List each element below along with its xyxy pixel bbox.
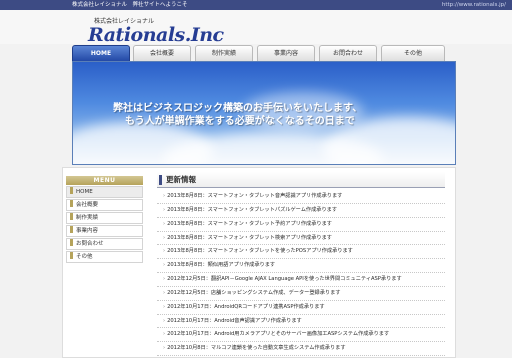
news-item[interactable]: › 2012年10月8日：マルコフ連鎖を使った自動文章生成システム作成承ります (157, 342, 445, 357)
sidebar-item-label: 制作実績 (76, 215, 99, 221)
menu-marker-icon (70, 239, 73, 246)
sidebar-menu: MENU HOME 会社概要 制作実績 事業内容 お問合わせ その他 (66, 176, 143, 263)
sidebar-item-label: その他 (76, 254, 93, 260)
news-item-text: 2012年10月17日：Android用カメラアプリとそのサーバー画像加工ASP… (167, 331, 390, 338)
sidebar-item-label: お問合わせ (76, 241, 104, 247)
arrow-icon: › (163, 262, 166, 269)
news-item-text: 2012年12月5日：店舗ショッピングシステム作成、データー登録承ります (167, 289, 341, 296)
news-item[interactable]: › 2012年12月5日：翻訳API－Google AJAX Language A… (157, 273, 445, 287)
arrow-icon: › (163, 303, 166, 310)
news-item[interactable]: › 2013年8月8日：スマートフォン・タブレット音声認識アプリ作成承ります (157, 190, 445, 204)
arrow-icon: › (163, 248, 166, 255)
arrow-icon: › (163, 289, 166, 296)
arrow-icon: › (163, 206, 166, 213)
news-list: › 2013年8月8日：スマートフォン・タブレット音声認識アプリ作成承ります › 2… (157, 190, 445, 357)
menu-marker-icon (70, 226, 73, 233)
sidebar-item-works[interactable]: 制作実績 (66, 212, 143, 224)
news-item-text: 2013年8月8日：スマートフォン・タブレットパズルゲーム作成承ります (167, 206, 338, 213)
menu-marker-icon (70, 252, 73, 259)
news-section: 更新情報 › 2013年8月8日：スマートフォン・タブレット音声認識アプリ作成承り… (157, 172, 445, 357)
news-item-text: 2013年8月8日：類似用語アプリ作成承ります (167, 262, 276, 269)
sidebar-title: MENU (66, 176, 143, 185)
sidebar-item-label: HOME (76, 189, 93, 195)
sidebar-item-other[interactable]: その他 (66, 251, 143, 263)
arrow-icon: › (163, 193, 166, 199)
nav-tab-contact[interactable]: お問合わせ (319, 45, 377, 61)
hero-line-1: 弊社はビジネスロジック構築のお手伝いをいたします、 (113, 103, 363, 114)
header: 株式会社レイショナル Rationals.Inc (0, 10, 512, 46)
news-item[interactable]: › 2012年10月17日：Android用カメラアプリとそのサーバー画像加工AS… (157, 328, 445, 343)
hero-line-2: もう人が単調作業をする必要がなくなるその日まで (125, 116, 355, 127)
hero-text: 弊社はビジネスロジック構築のお手伝いをいたします、 もう人が単調作業をする必要が… (113, 102, 453, 128)
arrow-icon: › (163, 220, 166, 227)
news-item-text: 2013年8月8日：スマートフォン・タブレット音声認識アプリ作成承ります (167, 193, 343, 199)
news-item-text: 2013年8月8日：スマートフォン・タブレットを使ったPOSアプリ作成承ります (167, 248, 353, 255)
top-bar: 株式会社レイショナル 弊社サイトへようこそ http://www.rationa… (0, 0, 512, 10)
news-item-text: 2012年12月5日：翻訳API－Google AJAX Language AP… (167, 276, 402, 283)
news-item[interactable]: › 2013年8月8日：スマートフォン・タブレットパズルゲーム作成承ります (157, 204, 445, 218)
news-item[interactable]: › 2013年8月8日：スマートフォン・タブレット予約アプリ作成承ります (157, 218, 445, 232)
news-item[interactable]: › 2012年10月17日：Android音声認識アプリ作成承ります (157, 315, 445, 329)
arrow-icon: › (163, 345, 166, 352)
nav-tab-business[interactable]: 事業内容 (257, 45, 315, 61)
sidebar-item-label: 会社概要 (76, 202, 99, 208)
news-item[interactable]: › 2013年8月8日：スマートフォン・タブレット検索アプリ作成承ります (157, 232, 445, 246)
news-item[interactable]: › 2013年8月8日：類似用語アプリ作成承ります (157, 259, 445, 274)
menu-marker-icon (70, 213, 73, 220)
main-nav: HOME 会社概要 制作実績 事業内容 お問合わせ その他 (72, 45, 456, 61)
title-marker-icon (159, 175, 162, 185)
nav-tab-works[interactable]: 制作実績 (195, 45, 253, 61)
sidebar-item-label: 事業内容 (76, 228, 99, 234)
arrow-icon: › (163, 317, 166, 324)
news-item-text: 2013年8月8日：スマートフォン・タブレット予約アプリ作成承ります (167, 220, 332, 227)
arrow-icon: › (163, 276, 166, 283)
news-item-text: 2012年10月8日：マルコフ連鎖を使った自動文章生成システム作成承ります (167, 345, 346, 352)
arrow-icon: › (163, 234, 166, 241)
site-logo[interactable]: Rationals.Inc (88, 24, 224, 46)
menu-marker-icon (70, 187, 73, 194)
news-item-text: 2012年10月17日：Android音声認識アプリ作成承ります (167, 317, 302, 324)
nav-tab-company[interactable]: 会社概要 (133, 45, 191, 61)
news-title: 更新情報 (157, 172, 445, 188)
news-item-text: 2013年8月8日：スマートフォン・タブレット検索アプリ作成承ります (167, 234, 332, 241)
site-url[interactable]: http://www.rationals.jp/ (442, 0, 506, 10)
news-title-text: 更新情報 (166, 175, 196, 184)
arrow-icon: › (163, 331, 166, 338)
hero-banner: 弊社はビジネスロジック構築のお手伝いをいたします、 もう人が単調作業をする必要が… (72, 61, 456, 165)
welcome-text: 株式会社レイショナル 弊社サイトへようこそ (72, 2, 188, 8)
nav-tab-other[interactable]: その他 (381, 45, 445, 61)
news-item[interactable]: › 2012年12月5日：店舗ショッピングシステム作成、データー登録承ります (157, 287, 445, 301)
sidebar-item-company[interactable]: 会社概要 (66, 199, 143, 211)
nav-tab-home[interactable]: HOME (72, 45, 130, 61)
news-item-text: 2012年10月17日：AndroidQRコードアプリ連携ASP作成承ります (167, 303, 325, 310)
sidebar-item-business[interactable]: 事業内容 (66, 225, 143, 237)
news-item[interactable]: › 2013年8月8日：スマートフォン・タブレットを使ったPOSアプリ作成承ります (157, 245, 445, 260)
sidebar-item-home[interactable]: HOME (66, 186, 143, 198)
sidebar-item-contact[interactable]: お問合わせ (66, 238, 143, 250)
news-item[interactable]: › 2012年10月17日：AndroidQRコードアプリ連携ASP作成承ります (157, 301, 445, 315)
menu-marker-icon (70, 200, 73, 207)
